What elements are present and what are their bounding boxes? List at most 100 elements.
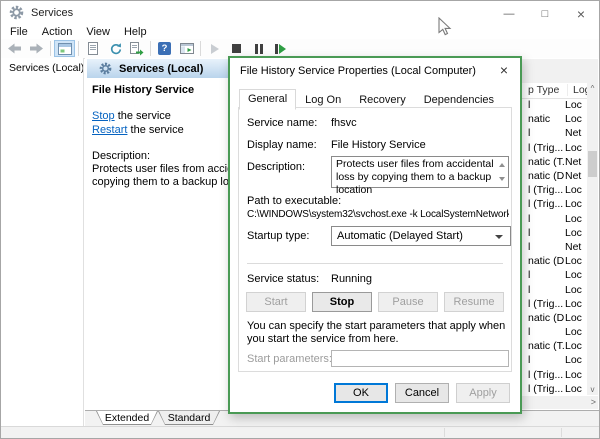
- tree-item-services-local[interactable]: Services (Local): [1, 58, 83, 77]
- stop-service-line: Stop the service: [92, 110, 171, 122]
- startup-type-cell: l: [521, 284, 565, 296]
- log-on-as-cell: Loc: [565, 326, 587, 338]
- scroll-right-icon[interactable]: >: [591, 397, 596, 407]
- description-textbox[interactable]: Protects user files from accidental loss…: [331, 156, 509, 188]
- menu-item[interactable]: View: [79, 25, 117, 39]
- ok-button[interactable]: OK: [334, 383, 388, 403]
- service-row[interactable]: l (Trig... Loc: [521, 141, 587, 155]
- status-separator: [444, 428, 445, 437]
- service-row[interactable]: natic (D... Net: [521, 169, 587, 183]
- scrollbar-thumb[interactable]: [588, 151, 597, 177]
- apply-button[interactable]: Apply: [456, 383, 510, 403]
- restart-service-icon[interactable]: [270, 40, 291, 57]
- path-value: C:\WINDOWS\system32\svchost.exe -k Local…: [247, 209, 509, 220]
- service-row[interactable]: l Loc: [521, 268, 587, 282]
- menu-item[interactable]: Action: [35, 25, 80, 39]
- dialog-action-buttons: OK Cancel Apply: [334, 383, 510, 403]
- startup-type-cell: l (Trig...: [521, 184, 565, 196]
- stop-service-link[interactable]: Stop: [92, 110, 115, 122]
- startup-type-value: Automatic (Delayed Start): [337, 230, 463, 242]
- dialog-close-icon[interactable]: ×: [490, 59, 518, 81]
- menu-item[interactable]: Help: [117, 25, 154, 39]
- cancel-button[interactable]: Cancel: [395, 383, 449, 403]
- service-control-buttons: Start Stop Pause Resume: [246, 292, 504, 312]
- help-icon[interactable]: ?: [154, 40, 175, 57]
- service-row[interactable]: l Loc: [521, 282, 587, 296]
- log-on-as-cell: Net: [565, 241, 587, 253]
- services-gear-icon: [9, 5, 24, 23]
- stop-service-icon[interactable]: [226, 40, 247, 57]
- maximize-button[interactable]: □: [527, 1, 563, 27]
- dialog-tab[interactable]: Dependencies: [415, 90, 503, 109]
- startup-type-cell: l: [521, 227, 565, 239]
- dialog-tabs: GeneralLog OnRecoveryDependencies: [239, 89, 503, 108]
- start-button[interactable]: Start: [246, 292, 306, 312]
- service-row[interactable]: l (Trig... Loc: [521, 382, 587, 395]
- display-name-value: File History Service: [331, 139, 426, 151]
- console-window-icon[interactable]: [54, 40, 75, 57]
- startup-type-dropdown[interactable]: Automatic (Delayed Start): [331, 226, 511, 246]
- service-row[interactable]: l (Trig... Loc: [521, 297, 587, 311]
- divider: [247, 263, 503, 264]
- service-row[interactable]: natic (T... Loc: [521, 339, 587, 353]
- service-row[interactable]: l Loc: [521, 212, 587, 226]
- startup-type-label: Startup type:: [247, 230, 309, 242]
- scroll-up-icon[interactable]: [499, 163, 505, 167]
- resume-button[interactable]: Resume: [444, 292, 504, 312]
- startup-type-cell: l: [521, 99, 565, 111]
- menu-item[interactable]: File: [3, 25, 35, 39]
- service-row[interactable]: l Net: [521, 126, 587, 140]
- dialog-tab[interactable]: Log On: [296, 90, 350, 109]
- view-tab[interactable]: Standard: [158, 411, 220, 425]
- service-row[interactable]: l (Trig... Loc: [521, 368, 587, 382]
- service-row[interactable]: l Loc: [521, 353, 587, 367]
- log-on-as-cell: Loc: [565, 269, 587, 281]
- horizontal-scrollbar[interactable]: >: [521, 396, 598, 409]
- startup-type-cell: l (Trig...: [521, 198, 565, 210]
- log-on-as-cell: Net: [565, 127, 587, 139]
- column-startup-type[interactable]: p Type: [528, 84, 559, 96]
- service-row[interactable]: natic Loc: [521, 112, 587, 126]
- stop-button[interactable]: Stop: [312, 292, 372, 312]
- service-row[interactable]: natic (D... Loc: [521, 254, 587, 268]
- list-top-gap: [521, 59, 598, 83]
- restart-service-link[interactable]: Restart: [92, 124, 127, 136]
- startup-type-cell: natic: [521, 113, 565, 125]
- view-tab[interactable]: Extended: [96, 411, 158, 425]
- status-separator: [561, 428, 562, 437]
- log-on-as-cell: Loc: [565, 383, 587, 395]
- log-on-as-cell: Loc: [565, 340, 587, 352]
- minimize-button[interactable]: —: [491, 1, 527, 27]
- scroll-up-icon[interactable]: ^: [587, 84, 598, 93]
- dialog-title-bar: File History Service Properties (Local C…: [230, 58, 520, 84]
- scroll-down-icon[interactable]: v: [587, 385, 598, 394]
- service-row[interactable]: l (Trig... Loc: [521, 197, 587, 211]
- service-row[interactable]: l Loc: [521, 226, 587, 240]
- service-row[interactable]: l (Trig... Loc: [521, 183, 587, 197]
- console-tree-panel: Services (Local): [1, 58, 84, 426]
- start-parameters-input[interactable]: [331, 350, 509, 367]
- service-row[interactable]: natic (T... Net: [521, 155, 587, 169]
- pause-button[interactable]: Pause: [378, 292, 438, 312]
- log-on-as-cell: Loc: [565, 198, 587, 210]
- show-console-tree-icon[interactable]: [176, 40, 197, 57]
- service-row[interactable]: l Loc: [521, 325, 587, 339]
- startup-type-cell: l: [521, 269, 565, 281]
- log-on-as-cell: Loc: [565, 298, 587, 310]
- service-row[interactable]: l Net: [521, 240, 587, 254]
- start-service-icon[interactable]: [204, 40, 225, 57]
- service-row[interactable]: l Loc: [521, 98, 587, 112]
- close-button[interactable]: ×: [563, 1, 599, 27]
- service-row[interactable]: natic (D... Loc: [521, 311, 587, 325]
- export-list-icon[interactable]: [126, 40, 147, 57]
- startup-type-cell: natic (D...: [521, 170, 565, 182]
- vertical-scrollbar[interactable]: ^ v: [587, 83, 598, 395]
- dialog-tab[interactable]: General: [239, 89, 296, 110]
- forward-icon[interactable]: [26, 40, 47, 57]
- properties-icon[interactable]: [82, 40, 103, 57]
- back-icon[interactable]: [4, 40, 25, 57]
- refresh-icon[interactable]: [104, 40, 125, 57]
- dialog-tab[interactable]: Recovery: [350, 90, 414, 109]
- pause-service-icon[interactable]: [248, 40, 269, 57]
- scroll-down-icon[interactable]: [499, 177, 505, 181]
